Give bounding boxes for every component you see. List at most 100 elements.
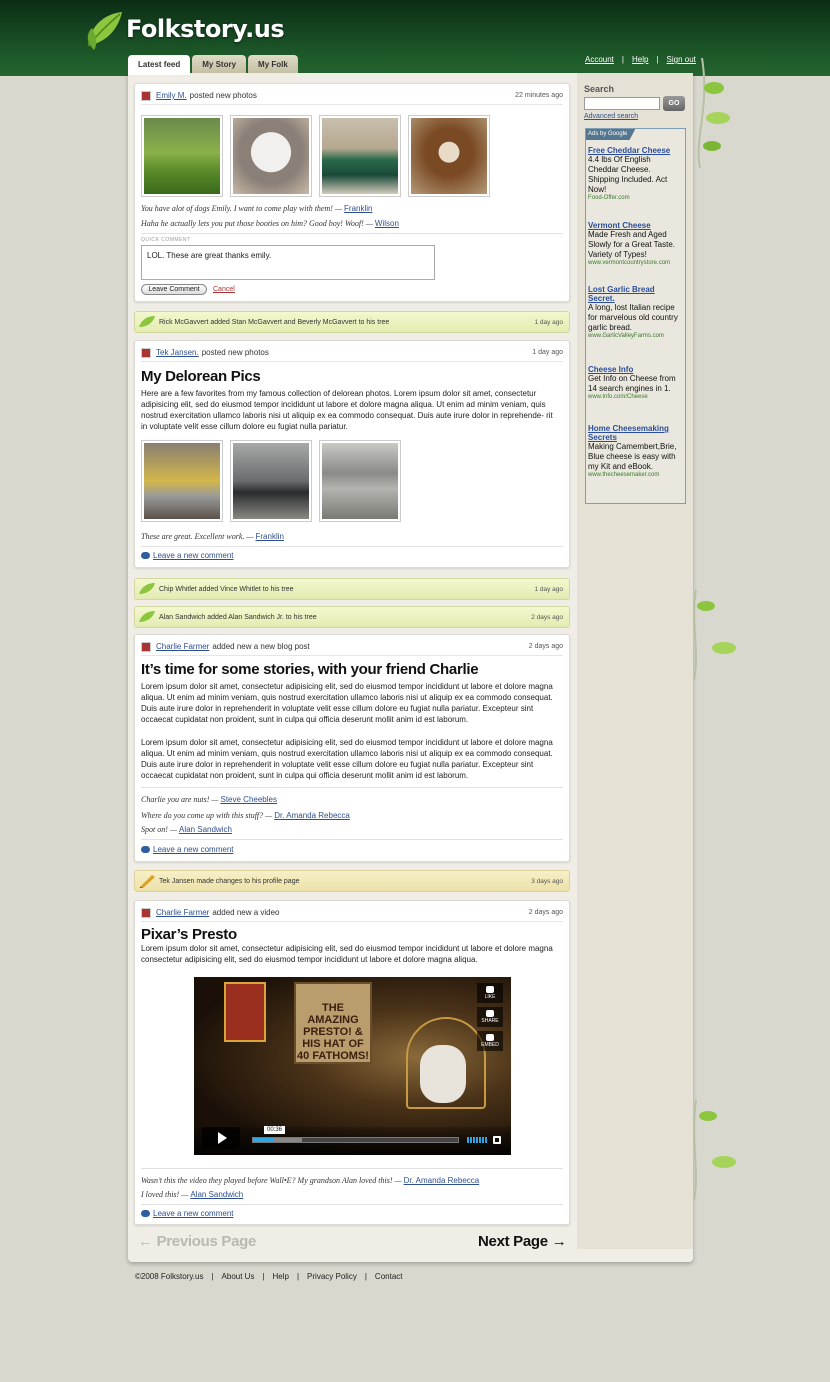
leave-comment-button[interactable]: Leave Comment <box>141 284 207 295</box>
separator: | <box>364 1272 367 1281</box>
about-link[interactable]: About Us <box>222 1272 255 1281</box>
photo-thumbnail[interactable] <box>141 115 223 197</box>
timestamp: 1 day ago <box>534 319 563 326</box>
ad-item[interactable]: Cheese Info Get Info on Cheese from 14 se… <box>588 365 683 400</box>
photo-thumbnail[interactable] <box>230 115 312 197</box>
tabs: Latest feed My Story My Folk <box>128 55 298 75</box>
photo-thumbnail[interactable] <box>141 440 223 522</box>
comment: Where do you come up with this stuff? — … <box>141 811 350 820</box>
advanced-search-link[interactable]: Advanced search <box>584 113 638 120</box>
ad-desc: A long, lost Italian recipe for marvelou… <box>588 303 678 332</box>
video-player[interactable]: THE AMAZING PRESTO! & HIS HAT OF 40 FATH… <box>194 977 511 1155</box>
comment-author-link[interactable]: Steve Cheebles <box>220 795 276 804</box>
tab-latest-feed[interactable]: Latest feed <box>128 55 191 75</box>
ad-item[interactable]: Home Cheesemaking Secrets Making Camember… <box>588 424 683 478</box>
comment-text: Spot on! — <box>141 825 177 834</box>
vine-decoration-icon <box>697 58 730 168</box>
volume-control[interactable] <box>467 1137 487 1143</box>
leave-comment[interactable]: Leave a new comment <box>141 845 234 854</box>
activity-text: Chip Whitlet added Vince Whitlet to his … <box>159 586 294 593</box>
ad-title[interactable]: Home Cheesemaking Secrets <box>588 424 683 442</box>
tab-my-story[interactable]: My Story <box>192 55 247 73</box>
post-action: added new a video <box>212 908 280 917</box>
timestamp: 1 day ago <box>532 349 563 356</box>
tab-my-folk[interactable]: My Folk <box>248 55 298 73</box>
leave-comment[interactable]: Leave a new comment <box>141 1209 234 1218</box>
post-body: Lorem ipsum dolor sit amet, consectetur … <box>141 944 553 964</box>
post-action: posted new photos <box>201 348 269 357</box>
ad-title[interactable]: Cheese Info <box>588 365 683 374</box>
cancel-link[interactable]: Cancel <box>213 286 235 293</box>
privacy-link[interactable]: Privacy Policy <box>307 1272 357 1281</box>
ad-item[interactable]: Free Cheddar Cheese 4.4 lbs Of English Ch… <box>588 146 683 201</box>
divider <box>141 1204 563 1205</box>
leave-new-comment-link[interactable]: Leave a new comment <box>153 551 234 560</box>
avatar[interactable] <box>141 90 151 101</box>
ad-item[interactable]: Vermont Cheese Made Fresh and Aged Slowly… <box>588 221 683 266</box>
comment-text: Charlie you are nuts! — <box>141 795 219 804</box>
activity-text: Tek Jansen made changes to his profile p… <box>159 878 300 885</box>
leaf-icon <box>139 583 155 594</box>
comment-bubble-icon <box>141 1210 150 1217</box>
quick-comment-textarea[interactable]: LOL. These are great thanks emily. <box>141 245 435 280</box>
avatar[interactable] <box>141 907 151 918</box>
photo-thumbnail[interactable] <box>319 440 401 522</box>
activity-item: Tek Jansen made changes to his profile p… <box>134 870 570 892</box>
ad-url[interactable]: Food-Offer.com <box>588 195 683 201</box>
divider <box>141 1168 563 1169</box>
next-page-link[interactable]: Next Page → <box>478 1233 567 1250</box>
author-link[interactable]: Charlie Farmer <box>156 908 209 917</box>
author-link[interactable]: Emily M. <box>156 91 187 100</box>
comment-author-link[interactable]: Alan Sandwich <box>179 825 232 834</box>
post-body: Here are a few favorites from my famous … <box>141 389 553 431</box>
copyright: ©2008 Folkstory.us <box>135 1272 204 1281</box>
leave-comment[interactable]: Leave a new comment <box>141 551 234 560</box>
leave-new-comment-link[interactable]: Leave a new comment <box>153 845 234 854</box>
search-input[interactable] <box>584 97 660 110</box>
quick-comment-label: QUICK COMMENT <box>141 237 191 243</box>
like-button[interactable]: LIKE <box>477 983 503 1003</box>
video-progress-bar[interactable] <box>252 1137 459 1143</box>
ad-title[interactable]: Free Cheddar Cheese <box>588 146 683 155</box>
ad-title[interactable]: Lost Garlic Bread Secret. <box>588 285 683 303</box>
comment-author-link[interactable]: Dr. Amanda Rebecca <box>274 811 350 820</box>
ad-url[interactable]: www.Info.com/Cheese <box>588 394 683 400</box>
account-link[interactable]: Account <box>585 55 614 64</box>
beagle-puppy-photo <box>411 118 487 194</box>
share-button[interactable]: SHARE <box>477 1007 503 1027</box>
post-action: posted new photos <box>189 91 257 100</box>
help-link[interactable]: Help <box>273 1272 289 1281</box>
help-link[interactable]: Help <box>632 55 648 64</box>
post-header: Charlie Farmer added new a new blog post… <box>141 641 563 656</box>
photo-thumbnail[interactable] <box>408 115 490 197</box>
comment-author-link[interactable]: Franklin <box>344 204 372 213</box>
avatar[interactable] <box>141 347 151 358</box>
author-link[interactable]: Charlie Farmer <box>156 642 209 651</box>
comment: Wasn’t this the video they played before… <box>141 1176 479 1185</box>
avatar[interactable] <box>141 641 151 652</box>
ad-url[interactable]: www.vermontcountrystore.com <box>588 260 683 266</box>
ad-url[interactable]: www.GarlicValleyFarms.com <box>588 333 683 339</box>
embed-button[interactable]: EMBED <box>477 1031 503 1051</box>
timestamp: 22 minutes ago <box>515 92 563 99</box>
ads-by-google[interactable]: Ads by Google <box>586 129 636 140</box>
play-button[interactable] <box>202 1127 240 1149</box>
comment-author-link[interactable]: Franklin <box>256 532 284 541</box>
logo[interactable]: Folkstory.us <box>84 4 285 54</box>
comment-author-link[interactable]: Wilson <box>375 219 399 228</box>
leave-new-comment-link[interactable]: Leave a new comment <box>153 1209 234 1218</box>
magician-poster <box>224 982 266 1042</box>
photo-thumbnail[interactable] <box>230 440 312 522</box>
timestamp: 2 days ago <box>531 614 563 621</box>
ad-item[interactable]: Lost Garlic Bread Secret. A long, lost It… <box>588 285 683 339</box>
ad-url[interactable]: www.thecheesemaker.com <box>588 472 683 478</box>
comment-author-link[interactable]: Alan Sandwich <box>190 1190 243 1199</box>
comment-author-link[interactable]: Dr. Amanda Rebecca <box>404 1176 480 1185</box>
fullscreen-icon[interactable] <box>493 1136 501 1144</box>
contact-link[interactable]: Contact <box>375 1272 403 1281</box>
ad-title[interactable]: Vermont Cheese <box>588 221 683 230</box>
previous-page-link[interactable]: ← Previous Page <box>138 1233 256 1250</box>
photo-thumbnail[interactable] <box>319 115 401 197</box>
author-link[interactable]: Tek Jansen. <box>156 348 199 357</box>
activity-item: Alan Sandwich added Alan Sandwich Jr. to… <box>134 606 570 628</box>
